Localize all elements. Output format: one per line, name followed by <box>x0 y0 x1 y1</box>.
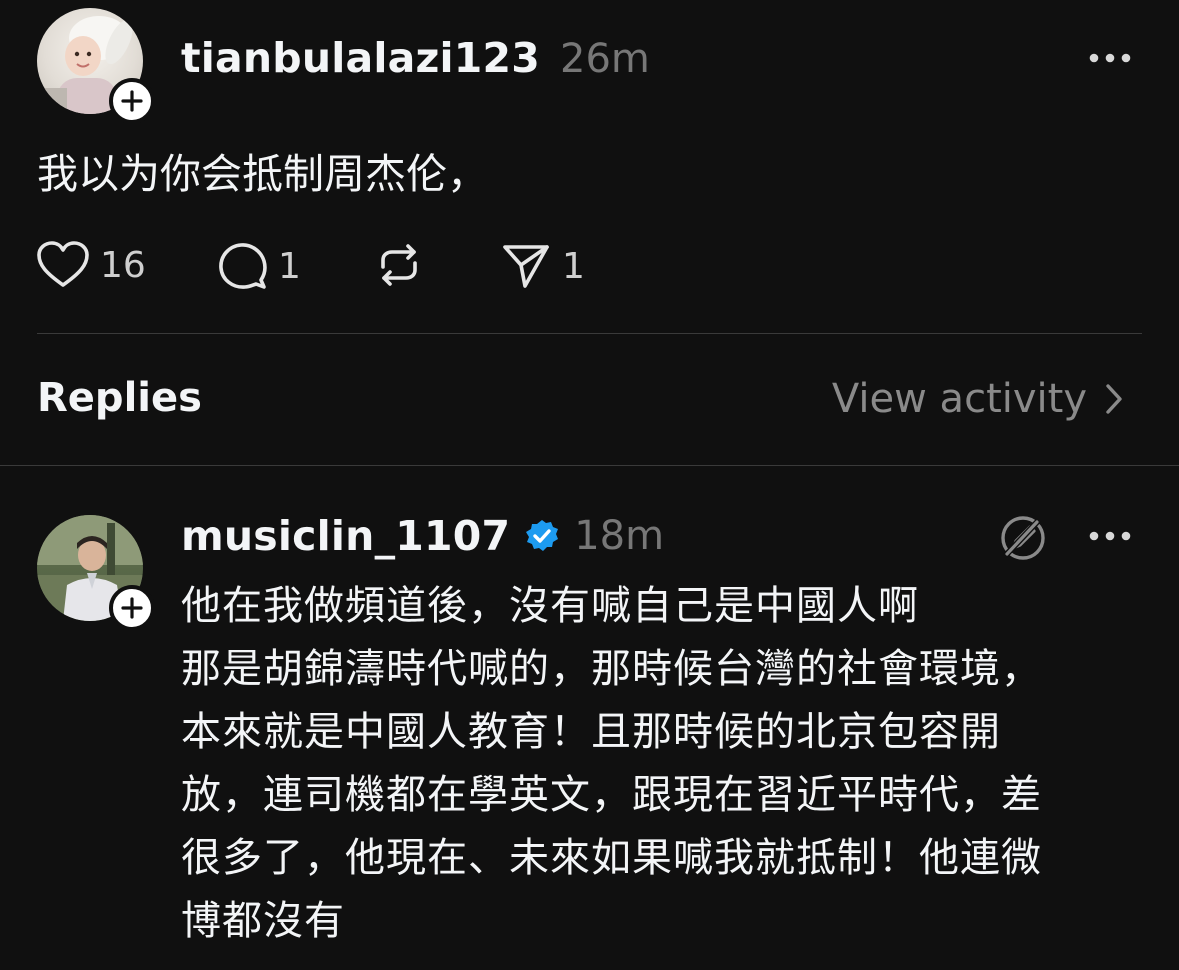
reply-header: musiclin_1107 18m <box>181 512 664 560</box>
reply-line: 那是胡錦濤時代喊的，那時候台灣的社會環境， <box>181 646 1042 692</box>
share-button[interactable]: 1 <box>500 240 585 292</box>
reply-line: 很多了，他現在、未來如果喊我就抵制！他連微 <box>181 835 1042 881</box>
more-icon <box>1089 531 1131 541</box>
post-more-button[interactable] <box>1088 46 1132 74</box>
post-body: 我以为你会抵制周杰伦， <box>37 150 488 198</box>
like-count: 16 <box>100 244 146 286</box>
follow-button[interactable] <box>109 78 155 124</box>
comment-count: 1 <box>278 245 301 287</box>
divider <box>37 333 1142 334</box>
replies-heading: Replies <box>37 375 202 421</box>
share-count: 1 <box>562 245 585 287</box>
post-username[interactable]: tianbulalazi123 <box>181 34 540 82</box>
send-icon <box>503 245 549 288</box>
reply-timestamp: 18m <box>574 513 665 559</box>
reply-avatar-wrap[interactable] <box>37 515 155 631</box>
heart-icon <box>37 241 89 287</box>
view-activity-label: View activity <box>831 376 1087 422</box>
reply-line: 博都沒有 <box>181 898 345 944</box>
plus-icon <box>121 597 143 619</box>
verified-badge-icon <box>526 520 559 551</box>
reply-body: 他在我做頻道後，沒有喊自己是中國人啊 那是胡錦濤時代喊的，那時候台灣的社會環境，… <box>181 575 1141 953</box>
reply-line: 本來就是中國人教育！且那時候的北京包容開 <box>181 709 1001 755</box>
reply-line: 他在我做頻道後，沒有喊自己是中國人啊 <box>181 583 919 629</box>
comment-button[interactable]: 1 <box>216 240 301 292</box>
reply-edit-button[interactable] <box>999 514 1047 566</box>
view-activity-link[interactable]: View activity <box>832 376 1123 422</box>
more-icon <box>1089 53 1131 63</box>
plus-icon <box>121 90 143 112</box>
post-header: tianbulalazi123 26m <box>181 34 650 82</box>
post-avatar-wrap[interactable] <box>37 8 155 124</box>
section-divider <box>0 465 1179 466</box>
chevron-right-icon <box>1106 384 1122 414</box>
like-button[interactable]: 16 <box>36 240 146 290</box>
repost-icon <box>381 244 417 286</box>
reply-username[interactable]: musiclin_1107 <box>181 512 510 560</box>
reply-more-button[interactable] <box>1088 524 1132 552</box>
comment-icon <box>219 243 267 289</box>
reply-line: 放，連司機都在學英文，跟現在習近平時代，差 <box>181 772 1042 818</box>
follow-button[interactable] <box>109 585 155 631</box>
repost-button[interactable] <box>374 240 424 290</box>
post-timestamp: 26m <box>560 36 650 82</box>
edit-off-icon <box>1001 516 1045 560</box>
